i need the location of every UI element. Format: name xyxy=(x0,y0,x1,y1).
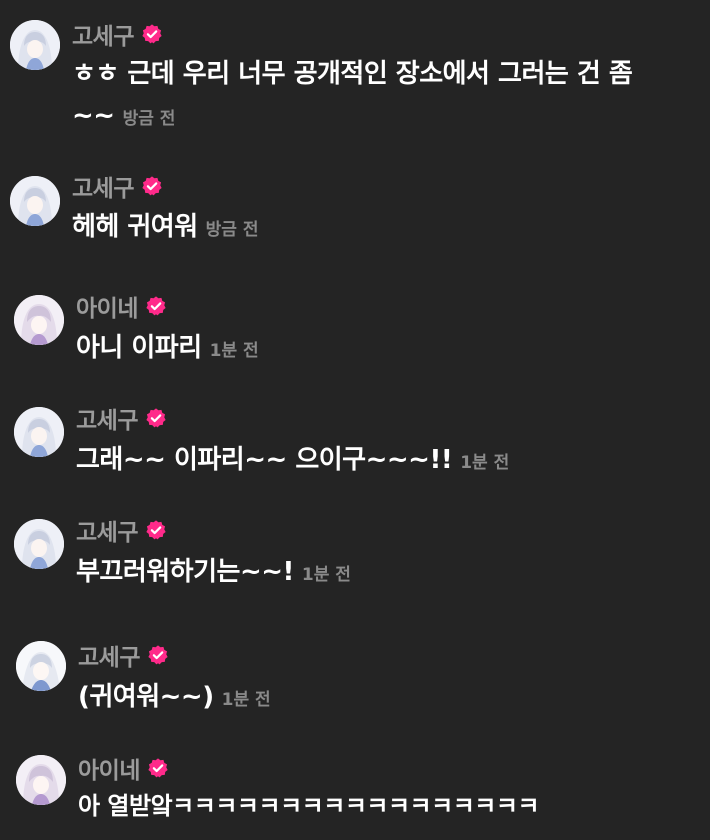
user-avatar[interactable] xyxy=(10,176,60,226)
username[interactable]: 아이네 xyxy=(76,289,138,323)
user-avatar[interactable] xyxy=(16,755,66,805)
username[interactable]: 고세구 xyxy=(72,17,134,51)
message-body: 부끄러워하기는~~! 1분 전 xyxy=(76,551,676,596)
user-avatar[interactable] xyxy=(10,20,60,70)
message-body: 헤헤 귀여워 방금 전 xyxy=(72,206,672,251)
avatar-image xyxy=(10,176,60,226)
message-header: 고세구 xyxy=(76,513,167,547)
message-body: 그래~~ 이파리~~ 으이구~~~!! 1분 전 xyxy=(76,439,676,484)
username[interactable]: 고세구 xyxy=(76,401,138,435)
message-header: 고세구 xyxy=(78,638,169,672)
user-avatar[interactable] xyxy=(14,519,64,569)
message-timestamp: 1분 전 xyxy=(301,565,351,585)
avatar-image xyxy=(16,641,66,691)
message-timestamp: 1분 전 xyxy=(221,690,271,710)
verified-check-icon xyxy=(142,176,162,196)
message-text: 아니 이파리 xyxy=(76,333,202,363)
username[interactable]: 고세구 xyxy=(78,638,140,672)
message-timestamp: 1분 전 xyxy=(460,453,510,473)
message-header: 아이네 xyxy=(76,289,167,323)
verified-check-icon xyxy=(148,758,168,778)
message-text: 부끄러워하기는~~! xyxy=(76,557,294,587)
message-header: 아이네 xyxy=(78,751,169,785)
message-text: 아 열받앜ㅋㅋㅋㅋㅋㅋㅋㅋㅋㅋㅋㅋㅋㅋㅋㅋㅋ xyxy=(78,792,540,820)
username[interactable]: 고세구 xyxy=(76,513,138,547)
username[interactable]: 고세구 xyxy=(72,169,134,203)
avatar-image xyxy=(16,755,66,805)
message-text: (귀여워~~) xyxy=(78,682,214,712)
message-header: 고세구 xyxy=(72,169,163,203)
verified-check-icon xyxy=(148,645,168,665)
avatar-image xyxy=(14,407,64,457)
message-header: 고세구 xyxy=(76,401,167,435)
message-body: 아니 이파리 1분 전 xyxy=(76,327,676,372)
user-avatar[interactable] xyxy=(14,407,64,457)
username[interactable]: 아이네 xyxy=(78,751,140,785)
message-timestamp: 방금 전 xyxy=(122,109,176,129)
user-avatar[interactable] xyxy=(14,295,64,345)
message-body: ㅎㅎ 근데 우리 너무 공개적인 장소에서 그러는 건 좀~~ 방금 전 xyxy=(72,53,672,140)
verified-check-icon xyxy=(146,520,166,540)
verified-check-icon xyxy=(146,408,166,428)
message-header: 고세구 xyxy=(72,17,163,51)
verified-check-icon xyxy=(146,296,166,316)
user-avatar[interactable] xyxy=(16,641,66,691)
message-text: 그래~~ 이파리~~ 으이구~~~!! xyxy=(76,445,453,475)
message-timestamp: 1분 전 xyxy=(209,341,259,361)
avatar-image xyxy=(10,20,60,70)
message-body: (귀여워~~) 1분 전 xyxy=(78,676,678,721)
message-timestamp: 방금 전 xyxy=(205,220,259,240)
verified-check-icon xyxy=(142,24,162,44)
message-text: 헤헤 귀여워 xyxy=(72,212,198,242)
message-body: 아 열받앜ㅋㅋㅋㅋㅋㅋㅋㅋㅋㅋㅋㅋㅋㅋㅋㅋㅋ xyxy=(78,785,703,830)
avatar-image xyxy=(14,295,64,345)
avatar-image xyxy=(14,519,64,569)
